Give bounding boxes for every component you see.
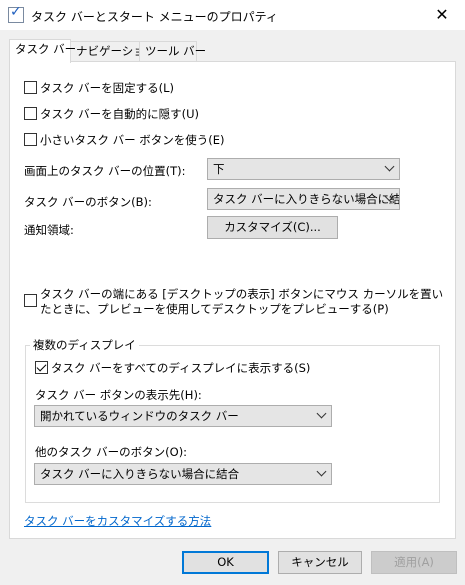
lock-taskbar-option[interactable]: タスク バーを固定する(L): [24, 80, 174, 96]
autohide-taskbar-label: タスク バーを自動的に隠す(U): [40, 107, 200, 121]
chevron-down-icon: [313, 464, 331, 484]
peek-option[interactable]: タスク バーの端にある [デスクトップの表示] ボタンにマウス カーソルを置いた…: [24, 287, 450, 317]
other-buttons-value: タスク バーに入りきらない場合に結合: [40, 467, 240, 481]
autohide-taskbar-checkbox[interactable]: [24, 107, 37, 120]
customize-button[interactable]: カスタマイズ(C)...: [207, 216, 338, 239]
notification-area-label: 通知領域:: [24, 223, 74, 237]
chevron-down-icon: [313, 406, 331, 426]
tab-toolbars[interactable]: ツール バー: [139, 41, 206, 61]
customize-help-link[interactable]: タスク バーをカスタマイズする方法: [24, 513, 211, 529]
autohide-taskbar-option[interactable]: タスク バーを自動的に隠す(U): [24, 106, 199, 122]
small-buttons-checkbox[interactable]: [24, 133, 37, 146]
taskbar-buttons-select[interactable]: タスク バーに入りきらない場合に結合: [207, 188, 400, 210]
peek-checkbox[interactable]: [24, 294, 37, 307]
window-title: タスク バーとスタート メニューのプロパティ: [31, 10, 278, 24]
title-bar: タスク バーとスタート メニューのプロパティ ✕: [0, 0, 465, 30]
small-buttons-option[interactable]: 小さいタスク バー ボタンを使う(E): [24, 132, 225, 148]
show-buttons-on-value: 開かれているウィンドウのタスク バー: [40, 409, 239, 423]
peek-label: タスク バーの端にある [デスクトップの表示] ボタンにマウス カーソルを置いた…: [40, 287, 444, 316]
taskbar-location-select[interactable]: 下: [207, 158, 400, 180]
show-all-displays-label: タスク バーをすべてのディスプレイに表示する(S): [51, 361, 311, 375]
other-buttons-label: 他のタスク バーのボタン(O):: [35, 445, 188, 459]
chevron-down-icon: [381, 189, 399, 209]
taskbar-buttons-label: タスク バーのボタン(B):: [24, 195, 152, 209]
apply-button[interactable]: 適用(A): [371, 551, 457, 574]
show-all-displays-checkbox[interactable]: [35, 361, 48, 374]
cancel-button[interactable]: キャンセル: [278, 551, 362, 574]
lock-taskbar-checkbox[interactable]: [24, 81, 37, 94]
show-buttons-on-label: タスク バー ボタンの表示先(H):: [35, 388, 202, 402]
other-buttons-select[interactable]: タスク バーに入りきらない場合に結合: [34, 463, 332, 485]
tab-taskbar[interactable]: タスク バー: [9, 39, 76, 63]
show-buttons-on-select[interactable]: 開かれているウィンドウのタスク バー: [34, 405, 332, 427]
taskbar-buttons-value: タスク バーに入りきらない場合に結合: [213, 192, 400, 206]
lock-taskbar-label: タスク バーを固定する(L): [40, 81, 175, 95]
tab-navigation[interactable]: ナビゲーション: [70, 41, 156, 61]
taskbar-location-label: 画面上のタスク バーの位置(T):: [24, 164, 186, 178]
ok-button[interactable]: OK: [182, 551, 269, 574]
multiple-displays-title: 複数のディスプレイ: [30, 337, 139, 353]
taskbar-location-value: 下: [213, 162, 225, 176]
show-all-displays-option[interactable]: タスク バーをすべてのディスプレイに表示する(S): [35, 360, 310, 376]
chevron-down-icon: [381, 159, 399, 179]
taskbar-properties-icon: [8, 4, 24, 23]
close-button[interactable]: ✕: [419, 0, 465, 30]
small-buttons-label: 小さいタスク バー ボタンを使う(E): [40, 133, 225, 147]
